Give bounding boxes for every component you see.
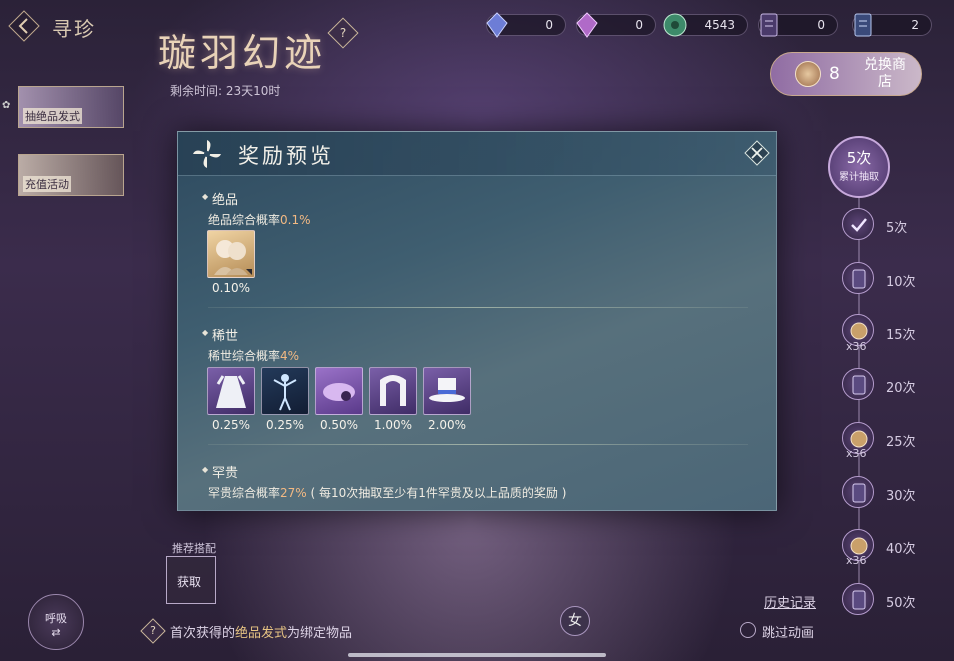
milestone-label: 25次 [886, 435, 916, 450]
reward-probability: 0.25% [211, 418, 251, 432]
milestone-label: 40次 [886, 542, 916, 557]
milestone-label: 30次 [886, 489, 916, 504]
coin-icon [850, 322, 868, 340]
milestone-label: 15次 [886, 328, 916, 343]
back-arrow-icon [8, 10, 40, 42]
breath-button[interactable]: 呼吸 ⇄ [28, 594, 84, 650]
milestone-badge: x36 [846, 554, 867, 567]
swap-icon: ⇄ [51, 626, 61, 639]
recommend-outfit-label: 推荐搭配 [172, 542, 216, 555]
blue-crystal-icon [486, 12, 508, 38]
event-help-button[interactable]: ? [327, 17, 359, 49]
skip-animation-label[interactable]: 跳过动画 [762, 622, 814, 641]
flower-icon: ✿ [2, 100, 11, 111]
section-heading-legendary: 绝品 [202, 189, 238, 208]
binding-notice: 首次获得的绝品发式为绑定物品 [170, 626, 353, 641]
reward-probability: 1.00% [373, 418, 413, 432]
tab-premium-hairstyle-draw[interactable]: 抽绝品发式 [18, 86, 124, 128]
shop-label: 兑换商店 [864, 57, 906, 90]
milestone-20[interactable] [842, 368, 874, 400]
reward-probability: 0.25% [265, 418, 305, 432]
ticket-card-icon [852, 590, 866, 610]
reward-item[interactable] [261, 367, 309, 415]
section-rate-rare: 稀世综合概率4% [208, 349, 300, 363]
milestone-badge: x36 [846, 447, 867, 460]
section-divider [208, 307, 748, 308]
currency-pink-crystal[interactable]: 0 [576, 12, 656, 38]
reward-item[interactable] [423, 367, 471, 415]
section-rate-legendary: 绝品综合概率0.1% [208, 213, 311, 227]
section-rate-precious: 罕贵综合概率27% ( 每10次抽取至少有1件罕贵及以上品质的奖励 ) [208, 486, 567, 500]
nav-title: 寻珍 [52, 17, 96, 41]
purple-scene-icon [323, 383, 355, 401]
tab-recharge-event[interactable]: 充值活动 [18, 154, 124, 196]
close-icon[interactable] [744, 140, 770, 166]
milestone-5[interactable] [842, 208, 874, 240]
modal-title: 奖励预览 [238, 144, 334, 168]
home-indicator [348, 653, 606, 657]
currency-ticket-card[interactable]: 0 [758, 13, 838, 37]
coin-icon [850, 430, 868, 448]
milestone-50[interactable] [842, 583, 874, 615]
milestone-label: 50次 [886, 596, 916, 611]
check-icon [851, 218, 867, 232]
cumulative-draw-badge: 5次 累计抽取 [828, 136, 890, 198]
modal-header: 奖励预览 [178, 132, 776, 176]
history-record-link[interactable]: 历史记录 [764, 592, 816, 611]
white-hair-icon [380, 375, 406, 406]
twin-portrait-icon [214, 240, 252, 275]
skip-animation-checkbox[interactable] [740, 622, 756, 638]
ticket-card-icon [852, 375, 866, 395]
exchange-shop-button[interactable]: 8 兑换商店 [770, 52, 922, 96]
white-dress-icon [216, 375, 246, 408]
coin-icon [850, 537, 868, 555]
gender-toggle-button[interactable]: 女 [560, 606, 590, 636]
milestone-30[interactable] [842, 476, 874, 508]
milestone-label: 10次 [886, 275, 916, 290]
recommend-outfit-obtain-button[interactable]: 获取 [166, 556, 216, 604]
green-jade-icon [663, 13, 687, 37]
reward-item[interactable] [315, 367, 363, 415]
coin-icon [795, 61, 821, 87]
milestone-badge: x36 [846, 340, 867, 353]
reward-item[interactable] [369, 367, 417, 415]
ticket-card-icon [760, 13, 778, 37]
currency-blue-crystal[interactable]: 0 [486, 12, 566, 38]
reward-probability: 0.10% [211, 281, 251, 295]
remaining-time: 剩余时间: 23天10时 [170, 84, 281, 98]
pink-crystal-icon [576, 12, 598, 38]
section-divider [208, 444, 748, 445]
section-heading-precious: 罕贵 [202, 462, 238, 481]
milestone-label: 5次 [886, 221, 908, 236]
reward-item[interactable] [207, 230, 255, 278]
reward-preview-modal: 奖励预览 绝品 绝品综合概率0.1% 0.10% 稀世 稀世综合概率4% 0.2… [177, 131, 777, 511]
white-hat-icon [429, 378, 465, 402]
currency-blue-ticket-card[interactable]: 2 [852, 13, 932, 37]
ticket-card-icon [852, 483, 866, 503]
milestone-label: 20次 [886, 381, 916, 396]
blue-ticket-card-icon [854, 13, 872, 37]
shop-coin-count: 8 [829, 64, 840, 84]
milestone-10[interactable] [842, 262, 874, 294]
notice-help-icon[interactable]: ? [140, 618, 166, 644]
currency-green-jade[interactable]: 4543 [663, 13, 748, 37]
back-button[interactable] [6, 8, 42, 44]
pinwheel-logo-icon [193, 140, 221, 168]
reward-item[interactable] [207, 367, 255, 415]
section-heading-rare: 稀世 [202, 325, 238, 344]
dancer-icon [273, 374, 297, 411]
reward-probability: 2.00% [427, 418, 467, 432]
help-icon: ? [339, 26, 347, 40]
ticket-card-icon [852, 269, 866, 289]
reward-probability: 0.50% [319, 418, 359, 432]
event-title: 璇羽幻迹 [158, 31, 327, 75]
